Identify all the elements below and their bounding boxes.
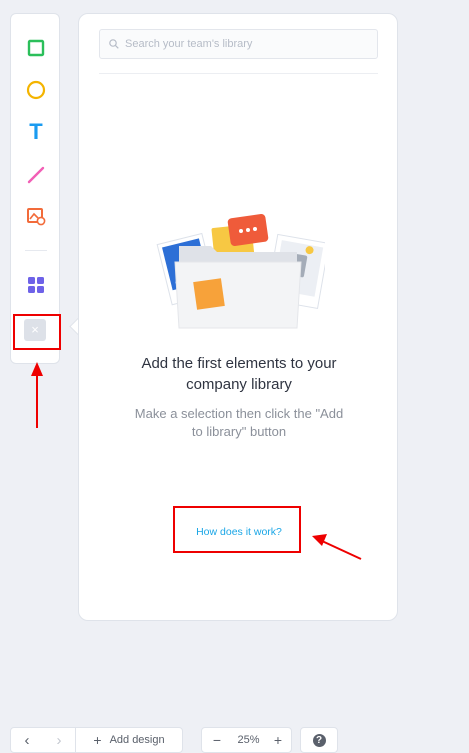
annotation-arrows	[31, 362, 362, 560]
add-design-label: Add design	[109, 734, 165, 746]
add-design-button[interactable]: + Add design	[76, 728, 182, 752]
zoom-in-button[interactable]: +	[265, 728, 291, 752]
zoom-level: 25%	[232, 728, 265, 752]
next-page-button[interactable]: ›	[43, 728, 75, 752]
zoom-value: 25%	[237, 734, 260, 746]
help-icon: ?	[312, 733, 326, 747]
arrow-left-icon	[321, 540, 362, 560]
help-group: ?	[300, 727, 338, 753]
zoom-group: − 25% +	[201, 727, 292, 753]
previous-page-button[interactable]: ‹	[11, 728, 43, 752]
help-button[interactable]: ?	[301, 728, 337, 752]
page-nav-group: ‹ › + Add design	[10, 727, 183, 753]
arrowhead-left-icon	[312, 534, 327, 546]
arrowhead-up-icon	[31, 362, 43, 376]
zoom-out-button[interactable]: −	[202, 728, 232, 752]
